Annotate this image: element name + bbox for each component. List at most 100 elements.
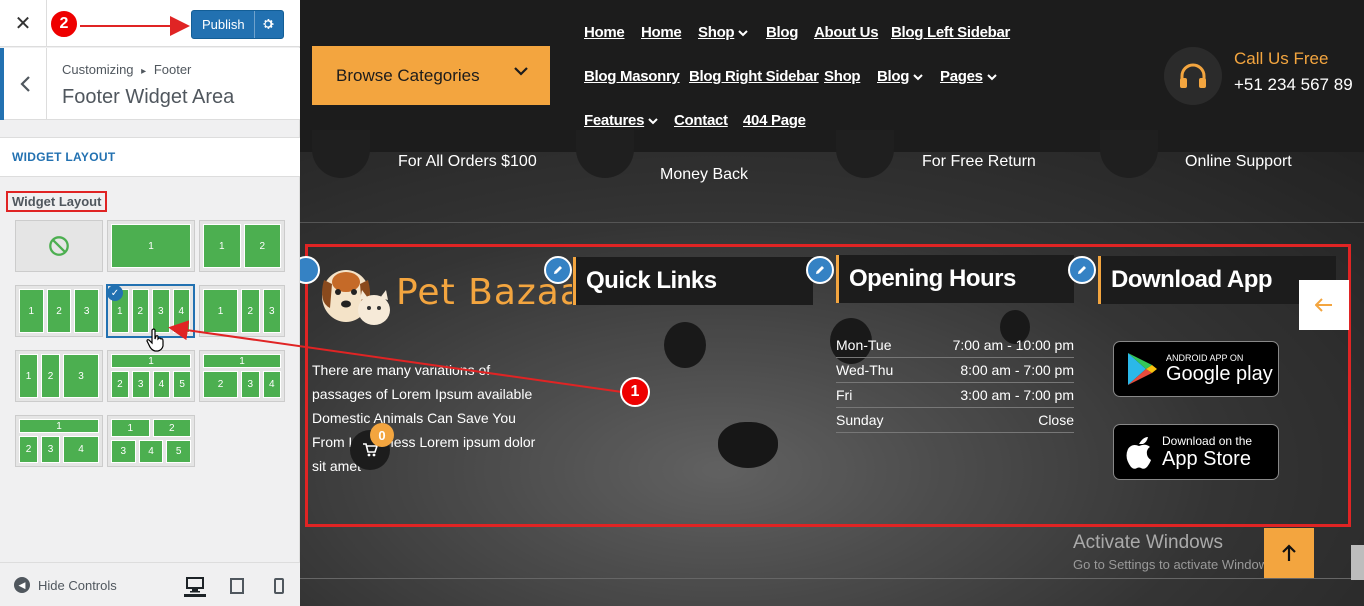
footer-about-text: There are many variations of passages of… — [312, 362, 536, 474]
close-customizer-button[interactable]: ✕ — [0, 0, 47, 47]
customizer-sidebar: ✕ Publish Customizing ▸ Footer Footer Wi… — [0, 0, 300, 606]
layout-option-1-234-b[interactable]: 1 234 — [15, 415, 103, 467]
hours-time: 7:00 am - 10:00 pm — [952, 337, 1074, 353]
edit-shortcut-pencil-icon[interactable] — [544, 256, 572, 284]
pencil-icon — [554, 266, 562, 274]
nav-blog-2[interactable]: Blog — [877, 68, 923, 85]
layout-cell: 1 — [19, 289, 44, 333]
hide-controls-label: Hide Controls — [38, 577, 117, 593]
nav-pages[interactable]: Pages — [940, 68, 997, 85]
device-tablet-button[interactable] — [226, 575, 248, 597]
breadcrumb-root: Customizing — [62, 62, 134, 77]
layout-cell: 3 — [74, 289, 100, 333]
app-store-big-text: App Store — [1162, 448, 1251, 470]
layout-cell: 2 — [41, 354, 60, 398]
layout-option-none[interactable] — [15, 220, 103, 272]
pencil-icon — [1078, 266, 1086, 274]
arrow-up-icon — [1282, 544, 1296, 561]
nav-blog[interactable]: Blog — [766, 24, 798, 41]
nav-blog-left-sidebar[interactable]: Blog Left Sidebar — [891, 24, 1010, 41]
edit-shortcut-pencil-icon[interactable] — [1068, 256, 1096, 284]
layout-option-1-2-3-wide[interactable]: 123 — [199, 285, 285, 337]
layout-option-1-2345[interactable]: 1 2345 — [107, 350, 195, 402]
headphones-icon-wrap — [1164, 47, 1222, 105]
back-button[interactable] — [0, 48, 47, 120]
nav-shop-2[interactable]: Shop — [824, 68, 861, 85]
layout-cell: 3 — [63, 354, 99, 398]
nav-blog-right-sidebar[interactable]: Blog Right Sidebar — [689, 68, 819, 85]
nav-about-us[interactable]: About Us — [814, 24, 879, 41]
nav-home[interactable]: Home — [584, 24, 625, 41]
layout-cell: 2 — [243, 224, 281, 268]
feature-online-support: Online Support — [1185, 153, 1292, 170]
layout-option-1-234[interactable]: 1 234 — [199, 350, 285, 402]
layout-cell: 3 — [131, 371, 150, 398]
hours-row: Wed-Thu 8:00 am - 7:00 pm — [836, 358, 1074, 383]
app-store-badge[interactable]: Download on the App Store — [1113, 424, 1279, 480]
chevron-down-icon — [913, 73, 923, 80]
brand-logo-text: Pet Bazaar — [396, 272, 572, 313]
hours-row: Mon-Tue 7:00 am - 10:00 pm — [836, 333, 1074, 358]
widget-layout-heading: WIDGET LAYOUT — [0, 137, 300, 177]
hand-cursor-icon — [146, 328, 164, 352]
device-desktop-button[interactable] — [184, 575, 206, 597]
google-play-small-text: ANDROID APP ON — [1166, 353, 1244, 363]
slide-toggle-arrow-button[interactable] — [1299, 280, 1349, 330]
layout-cell: 1 — [111, 224, 191, 268]
layout-option-1-2-3[interactable]: 123 — [15, 285, 103, 337]
layout-option-1-2[interactable]: 12 — [199, 220, 285, 272]
layout-cell: 1 — [19, 419, 99, 433]
annotation-badge-2: 2 — [49, 9, 79, 39]
nav-pages-label: Pages — [940, 68, 983, 85]
layout-cell: 1 — [203, 354, 281, 368]
layout-cell: 2 — [111, 371, 129, 398]
nav-home-2[interactable]: Home — [641, 24, 682, 41]
nav-shop-label: Shop — [698, 24, 735, 41]
layout-option-12-345[interactable]: 12 345 — [107, 415, 195, 467]
nav-shop[interactable]: Shop — [698, 24, 749, 41]
scroll-to-top-button[interactable] — [1264, 528, 1314, 578]
edit-shortcut-pencil-icon[interactable] — [806, 256, 834, 284]
layout-cell: 2 — [46, 289, 72, 333]
browse-categories-button[interactable]: Browse Categories — [312, 46, 550, 105]
google-play-badge[interactable]: ANDROID APP ON Google play — [1113, 341, 1279, 397]
site-preview: Browse Categories Home Home Shop Blog Ab… — [300, 0, 1364, 606]
collapse-icon: ◀ — [14, 577, 30, 593]
hours-day: Mon-Tue — [836, 337, 892, 353]
browse-categories-label: Browse Categories — [336, 65, 480, 85]
layout-cell: 3 — [241, 371, 260, 398]
layout-cell: 4 — [262, 371, 281, 398]
layout-cell: 1 — [203, 224, 241, 268]
layout-cell: 3 — [111, 440, 136, 463]
section-divider — [300, 222, 1364, 223]
nav-features[interactable]: Features — [584, 112, 658, 129]
layout-cell: 1 — [111, 419, 150, 437]
hours-row: Sunday Close — [836, 408, 1074, 433]
headphones-icon — [1180, 63, 1206, 88]
breadcrumb-separator: ▸ — [141, 66, 147, 77]
layout-cell: 3 — [262, 289, 281, 333]
activate-windows-title: Activate Windows — [1073, 532, 1223, 553]
publish-button[interactable]: Publish — [191, 10, 284, 39]
device-mobile-button[interactable] — [268, 575, 290, 597]
layout-option-1[interactable]: 1 — [107, 220, 195, 272]
hours-day: Sunday — [836, 412, 884, 428]
layout-cell: 2 — [241, 289, 260, 333]
layout-cell: 1 — [203, 289, 238, 333]
chevron-down-icon — [738, 29, 749, 36]
pet-logo-icon — [322, 270, 390, 325]
layout-cell: 3 — [41, 436, 60, 463]
nav-contact[interactable]: Contact — [674, 112, 728, 129]
nav-features-label: Features — [584, 112, 645, 129]
layout-option-1-2-3-alt[interactable]: 123 — [15, 350, 103, 402]
preview-scrollbar-thumb[interactable] — [1351, 545, 1364, 580]
feature-free-return: For Free Return — [922, 153, 1036, 170]
widget-layout-label: Widget Layout — [6, 191, 108, 212]
call-us-number[interactable]: +51 234 567 89 — [1234, 75, 1353, 95]
gear-icon[interactable] — [261, 17, 275, 31]
nav-404-page[interactable]: 404 Page — [743, 112, 806, 129]
hours-day: Fri — [836, 387, 853, 403]
chevron-down-icon — [514, 67, 528, 76]
hide-controls-button[interactable]: ◀ Hide Controls — [14, 577, 117, 593]
nav-blog-masonry[interactable]: Blog Masonry — [584, 68, 680, 85]
